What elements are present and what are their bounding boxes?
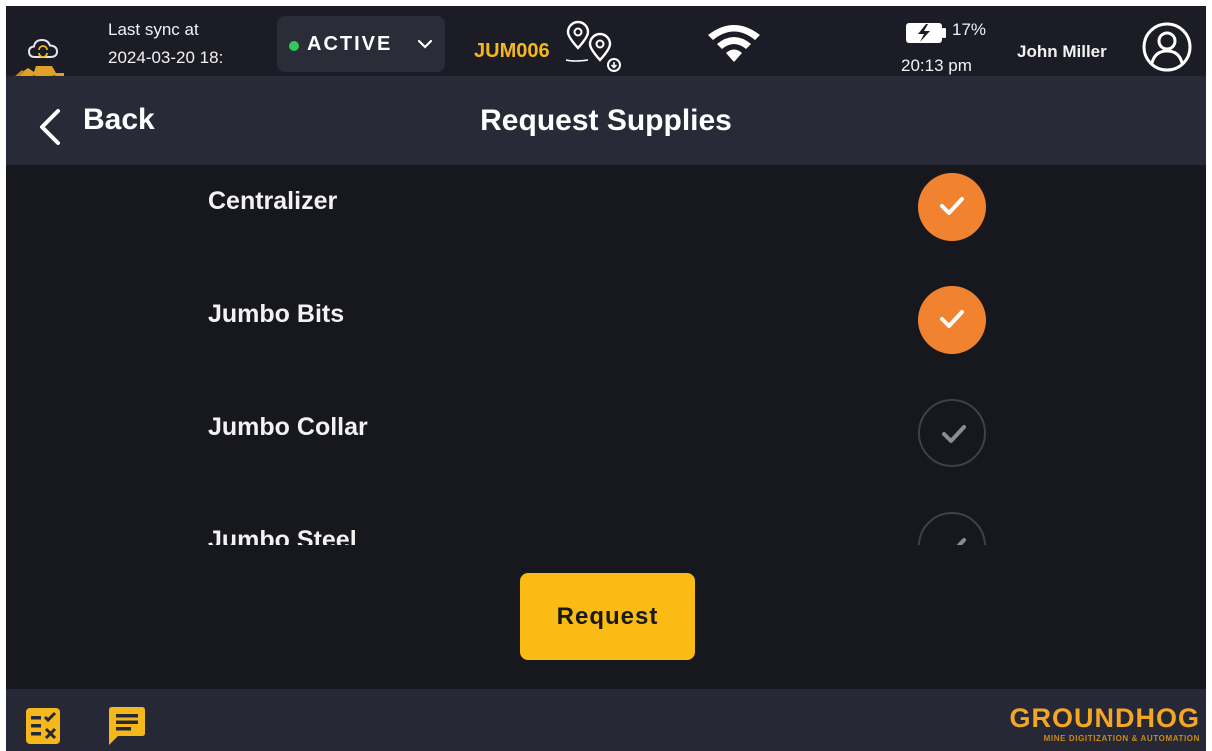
supply-name: Jumbo Bits xyxy=(208,300,345,328)
clock: 20:13 pm xyxy=(901,56,972,75)
list-item[interactable]: Jumbo Collar xyxy=(6,399,1206,526)
user-name: John Miller xyxy=(1017,42,1107,61)
status-dropdown[interactable]: ACTIVE xyxy=(277,16,445,72)
route-pins-icon[interactable] xyxy=(564,20,626,76)
status-label: ACTIVE xyxy=(307,33,393,55)
check-icon xyxy=(940,310,964,328)
check-icon xyxy=(940,197,964,215)
battery-charging-icon xyxy=(906,23,946,43)
chat-icon[interactable] xyxy=(106,705,148,747)
supply-name: Jumbo Collar xyxy=(208,413,368,441)
sync-time: 2024-03-20 18:05 xyxy=(108,48,222,67)
last-sync-info: Last sync at 2024-03-20 18:05 xyxy=(108,16,222,72)
brand-logo: GROUNDHOG MINE DIGITIZATION & AUTOMATION xyxy=(1009,703,1201,744)
supply-checkbox-checked[interactable] xyxy=(918,286,986,354)
list-item[interactable]: Centralizer xyxy=(6,173,1206,300)
chevron-down-icon xyxy=(417,39,433,49)
app-frame: Last sync at 2024-03-20 18:05 ACTIVE JUM… xyxy=(6,6,1206,751)
bottom-bar: GROUNDHOG MINE DIGITIZATION & AUTOMATION xyxy=(6,689,1206,751)
supply-name: Jumbo Steel xyxy=(208,526,357,545)
supply-checkbox-unchecked[interactable] xyxy=(918,399,986,467)
machine-id: JUM006 xyxy=(474,40,550,62)
brand-name: GROUNDHOG xyxy=(1009,703,1200,733)
battery-percentage: 17% xyxy=(952,20,987,39)
user-avatar-icon[interactable] xyxy=(1141,21,1193,73)
status-bar: Last sync at 2024-03-20 18:05 ACTIVE JUM… xyxy=(6,6,1206,84)
status-indicator-dot xyxy=(289,41,299,51)
list-item[interactable]: Jumbo Bits xyxy=(6,286,1206,413)
checklist-icon[interactable] xyxy=(25,707,61,745)
sync-label: Last sync at xyxy=(108,20,199,39)
page-header: Back Request Supplies xyxy=(6,76,1206,165)
wifi-icon xyxy=(708,25,760,62)
supply-checkbox-checked[interactable] xyxy=(918,173,986,241)
request-button[interactable]: Request xyxy=(520,573,695,660)
page-title: Request Supplies xyxy=(480,104,732,137)
cloud-sync-icon xyxy=(28,38,58,58)
check-icon xyxy=(942,425,966,443)
list-item[interactable]: Jumbo Steel xyxy=(6,512,1206,545)
supplies-list[interactable]: Centralizer Jumbo Bits Jumbo Collar Jumb… xyxy=(6,165,1206,545)
check-icon xyxy=(944,538,966,545)
brand-tagline: MINE DIGITIZATION & AUTOMATION xyxy=(1043,734,1200,743)
supply-name: Centralizer xyxy=(208,187,338,215)
